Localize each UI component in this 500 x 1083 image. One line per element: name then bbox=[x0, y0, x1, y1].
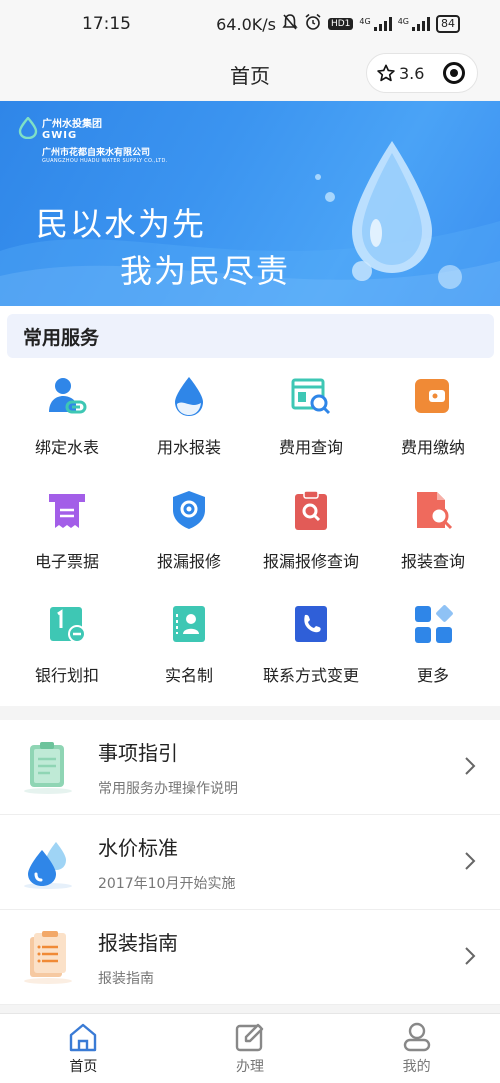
mini-program-capsule: 3.6 bbox=[366, 53, 478, 93]
list-item-texts: 报装指南 报装指南 bbox=[98, 927, 178, 988]
logo-group-name: 广州水投集团 bbox=[42, 119, 102, 130]
receipt-icon bbox=[45, 488, 89, 532]
list-item-title: 事项指引 bbox=[98, 740, 178, 765]
signal-icon: 4G bbox=[398, 17, 430, 31]
service-label: 费用查询 bbox=[278, 438, 343, 457]
rating-button[interactable]: 3.6 bbox=[367, 64, 424, 83]
rating-value: 3.6 bbox=[399, 63, 425, 83]
service-leak-repair[interactable]: 报漏报修 bbox=[128, 480, 250, 594]
service-label: 用水报装 bbox=[156, 438, 221, 457]
hd-badge: HD1 bbox=[327, 18, 354, 30]
logo-company-name: 广州市花都自来水有限公司 bbox=[42, 148, 151, 158]
tab-label: 首页 bbox=[69, 1059, 98, 1075]
tab-home[interactable]: 首页 bbox=[0, 1014, 167, 1083]
status-bar: 17:15 64.0K/s HD1 4G 4G 84 bbox=[0, 0, 500, 48]
user-link-icon bbox=[45, 374, 89, 418]
chevron-right-icon bbox=[465, 757, 476, 775]
list-item-texts: 事项指引 常用服务办理操作说明 bbox=[98, 737, 238, 798]
service-bind-meter[interactable]: 绑定水表 bbox=[6, 366, 128, 480]
page-title: 首页 bbox=[230, 63, 270, 88]
list-item-water-price[interactable]: 水价标准 2017年10月开始实施 bbox=[0, 815, 500, 910]
close-target-icon[interactable] bbox=[443, 62, 465, 84]
service-label: 更多 bbox=[416, 666, 449, 685]
network-speed: 64.0K/s bbox=[216, 14, 276, 34]
list-item-texts: 水价标准 2017年10月开始实施 bbox=[98, 832, 235, 893]
bill-search-icon bbox=[289, 374, 333, 418]
tab-handle[interactable]: 办理 bbox=[167, 1014, 334, 1083]
service-label: 绑定水表 bbox=[34, 438, 99, 457]
edit-icon bbox=[235, 1023, 264, 1052]
alarm-icon bbox=[304, 13, 322, 35]
home-icon bbox=[70, 1023, 97, 1052]
status-indicators: 64.0K/s HD1 4G 4G 84 bbox=[216, 13, 460, 35]
bottom-tab-bar: 首页 办理 我的 bbox=[0, 1013, 500, 1083]
tab-profile[interactable]: 我的 bbox=[333, 1014, 500, 1083]
service-real-name[interactable]: 实名制 bbox=[128, 594, 250, 708]
bank-card-icon bbox=[45, 602, 89, 646]
service-water-install[interactable]: 用水报装 bbox=[128, 366, 250, 480]
clipboard-guide-icon bbox=[20, 739, 76, 795]
nav-bar: 首页 3.6 bbox=[0, 48, 500, 100]
list-item-subtitle: 常用服务办理操作说明 bbox=[98, 780, 238, 797]
list-item-subtitle: 报装指南 bbox=[98, 970, 154, 987]
service-more[interactable]: 更多 bbox=[372, 594, 494, 708]
service-label: 银行划扣 bbox=[34, 666, 99, 685]
service-install-query[interactable]: 报装查询 bbox=[372, 480, 494, 594]
document-guide-icon bbox=[20, 929, 76, 985]
service-label: 报装查询 bbox=[400, 552, 465, 571]
banner-slogan-2: 我为民尽责 bbox=[120, 252, 291, 290]
info-list: 事项指引 常用服务办理操作说明 水价标准 2017年10月开始实施 报装指南 报… bbox=[0, 720, 500, 1005]
banner-slogan-1: 民以水为先 bbox=[36, 205, 207, 243]
service-leak-repair-query[interactable]: 报漏报修查询 bbox=[250, 480, 372, 594]
logo-company-english: GUANGZHOU HUADU WATER SUPPLY CO.,LTD. bbox=[42, 158, 168, 164]
wallet-icon bbox=[411, 374, 455, 418]
phone-book-icon bbox=[289, 602, 333, 646]
more-grid-icon bbox=[411, 602, 455, 646]
water-drops-icon bbox=[20, 834, 76, 890]
service-label: 联系方式变更 bbox=[262, 666, 359, 685]
service-e-receipt[interactable]: 电子票据 bbox=[6, 480, 128, 594]
star-icon bbox=[377, 64, 395, 82]
service-label: 报漏报修 bbox=[156, 552, 221, 571]
hero-banner[interactable]: 广州水投集团 GWIG 广州市花都自来水有限公司 GUANGZHOU HUADU… bbox=[0, 101, 500, 306]
list-item-title: 水价标准 bbox=[98, 835, 178, 860]
service-label: 费用缴纳 bbox=[400, 438, 465, 457]
network-type-2: 4G bbox=[397, 17, 409, 26]
services-heading: 常用服务 bbox=[7, 314, 494, 358]
company-logo: 广州水投集团 GWIG 广州市花都自来水有限公司 GUANGZHOU HUADU… bbox=[18, 115, 168, 164]
mute-icon bbox=[282, 13, 298, 35]
list-item-guide[interactable]: 事项指引 常用服务办理操作说明 bbox=[0, 720, 500, 815]
list-item-install-guide[interactable]: 报装指南 报装指南 bbox=[0, 910, 500, 1005]
chevron-right-icon bbox=[465, 852, 476, 870]
service-label: 实名制 bbox=[164, 666, 213, 685]
clipboard-search-icon bbox=[289, 488, 333, 532]
logo-abbr: GWIG bbox=[42, 130, 78, 141]
tab-label: 办理 bbox=[236, 1059, 264, 1075]
profile-icon bbox=[403, 1022, 430, 1052]
service-fee-query[interactable]: 费用查询 bbox=[250, 366, 372, 480]
chevron-right-icon bbox=[465, 947, 476, 965]
service-bank-deduction[interactable]: 银行划扣 bbox=[6, 594, 128, 708]
battery-icon: 84 bbox=[436, 15, 460, 33]
status-time: 17:15 bbox=[82, 14, 131, 34]
service-contact-change[interactable]: 联系方式变更 bbox=[250, 594, 372, 708]
signal-icon: 4G bbox=[359, 17, 392, 31]
list-item-title: 报装指南 bbox=[98, 930, 178, 955]
water-drop-icon bbox=[167, 374, 211, 418]
service-label: 报漏报修查询 bbox=[262, 552, 359, 571]
service-fee-payment[interactable]: 费用缴纳 bbox=[372, 366, 494, 480]
logo-drop-icon bbox=[18, 117, 38, 139]
network-type-1: 4G bbox=[359, 17, 371, 26]
list-item-subtitle: 2017年10月开始实施 bbox=[98, 875, 236, 892]
tab-label: 我的 bbox=[402, 1059, 431, 1075]
services-grid: 绑定水表 用水报装 费用查询 费用缴纳 电子票据 报漏报修 报漏报修查询 报装查… bbox=[0, 366, 500, 708]
shield-gear-icon bbox=[167, 488, 211, 532]
document-search-icon bbox=[411, 488, 455, 532]
service-label: 电子票据 bbox=[34, 552, 99, 571]
id-contact-icon bbox=[167, 602, 211, 646]
services-panel: 常用服务 绑定水表 用水报装 费用查询 费用缴纳 电子票据 报漏报修 报漏报修查… bbox=[0, 306, 500, 706]
